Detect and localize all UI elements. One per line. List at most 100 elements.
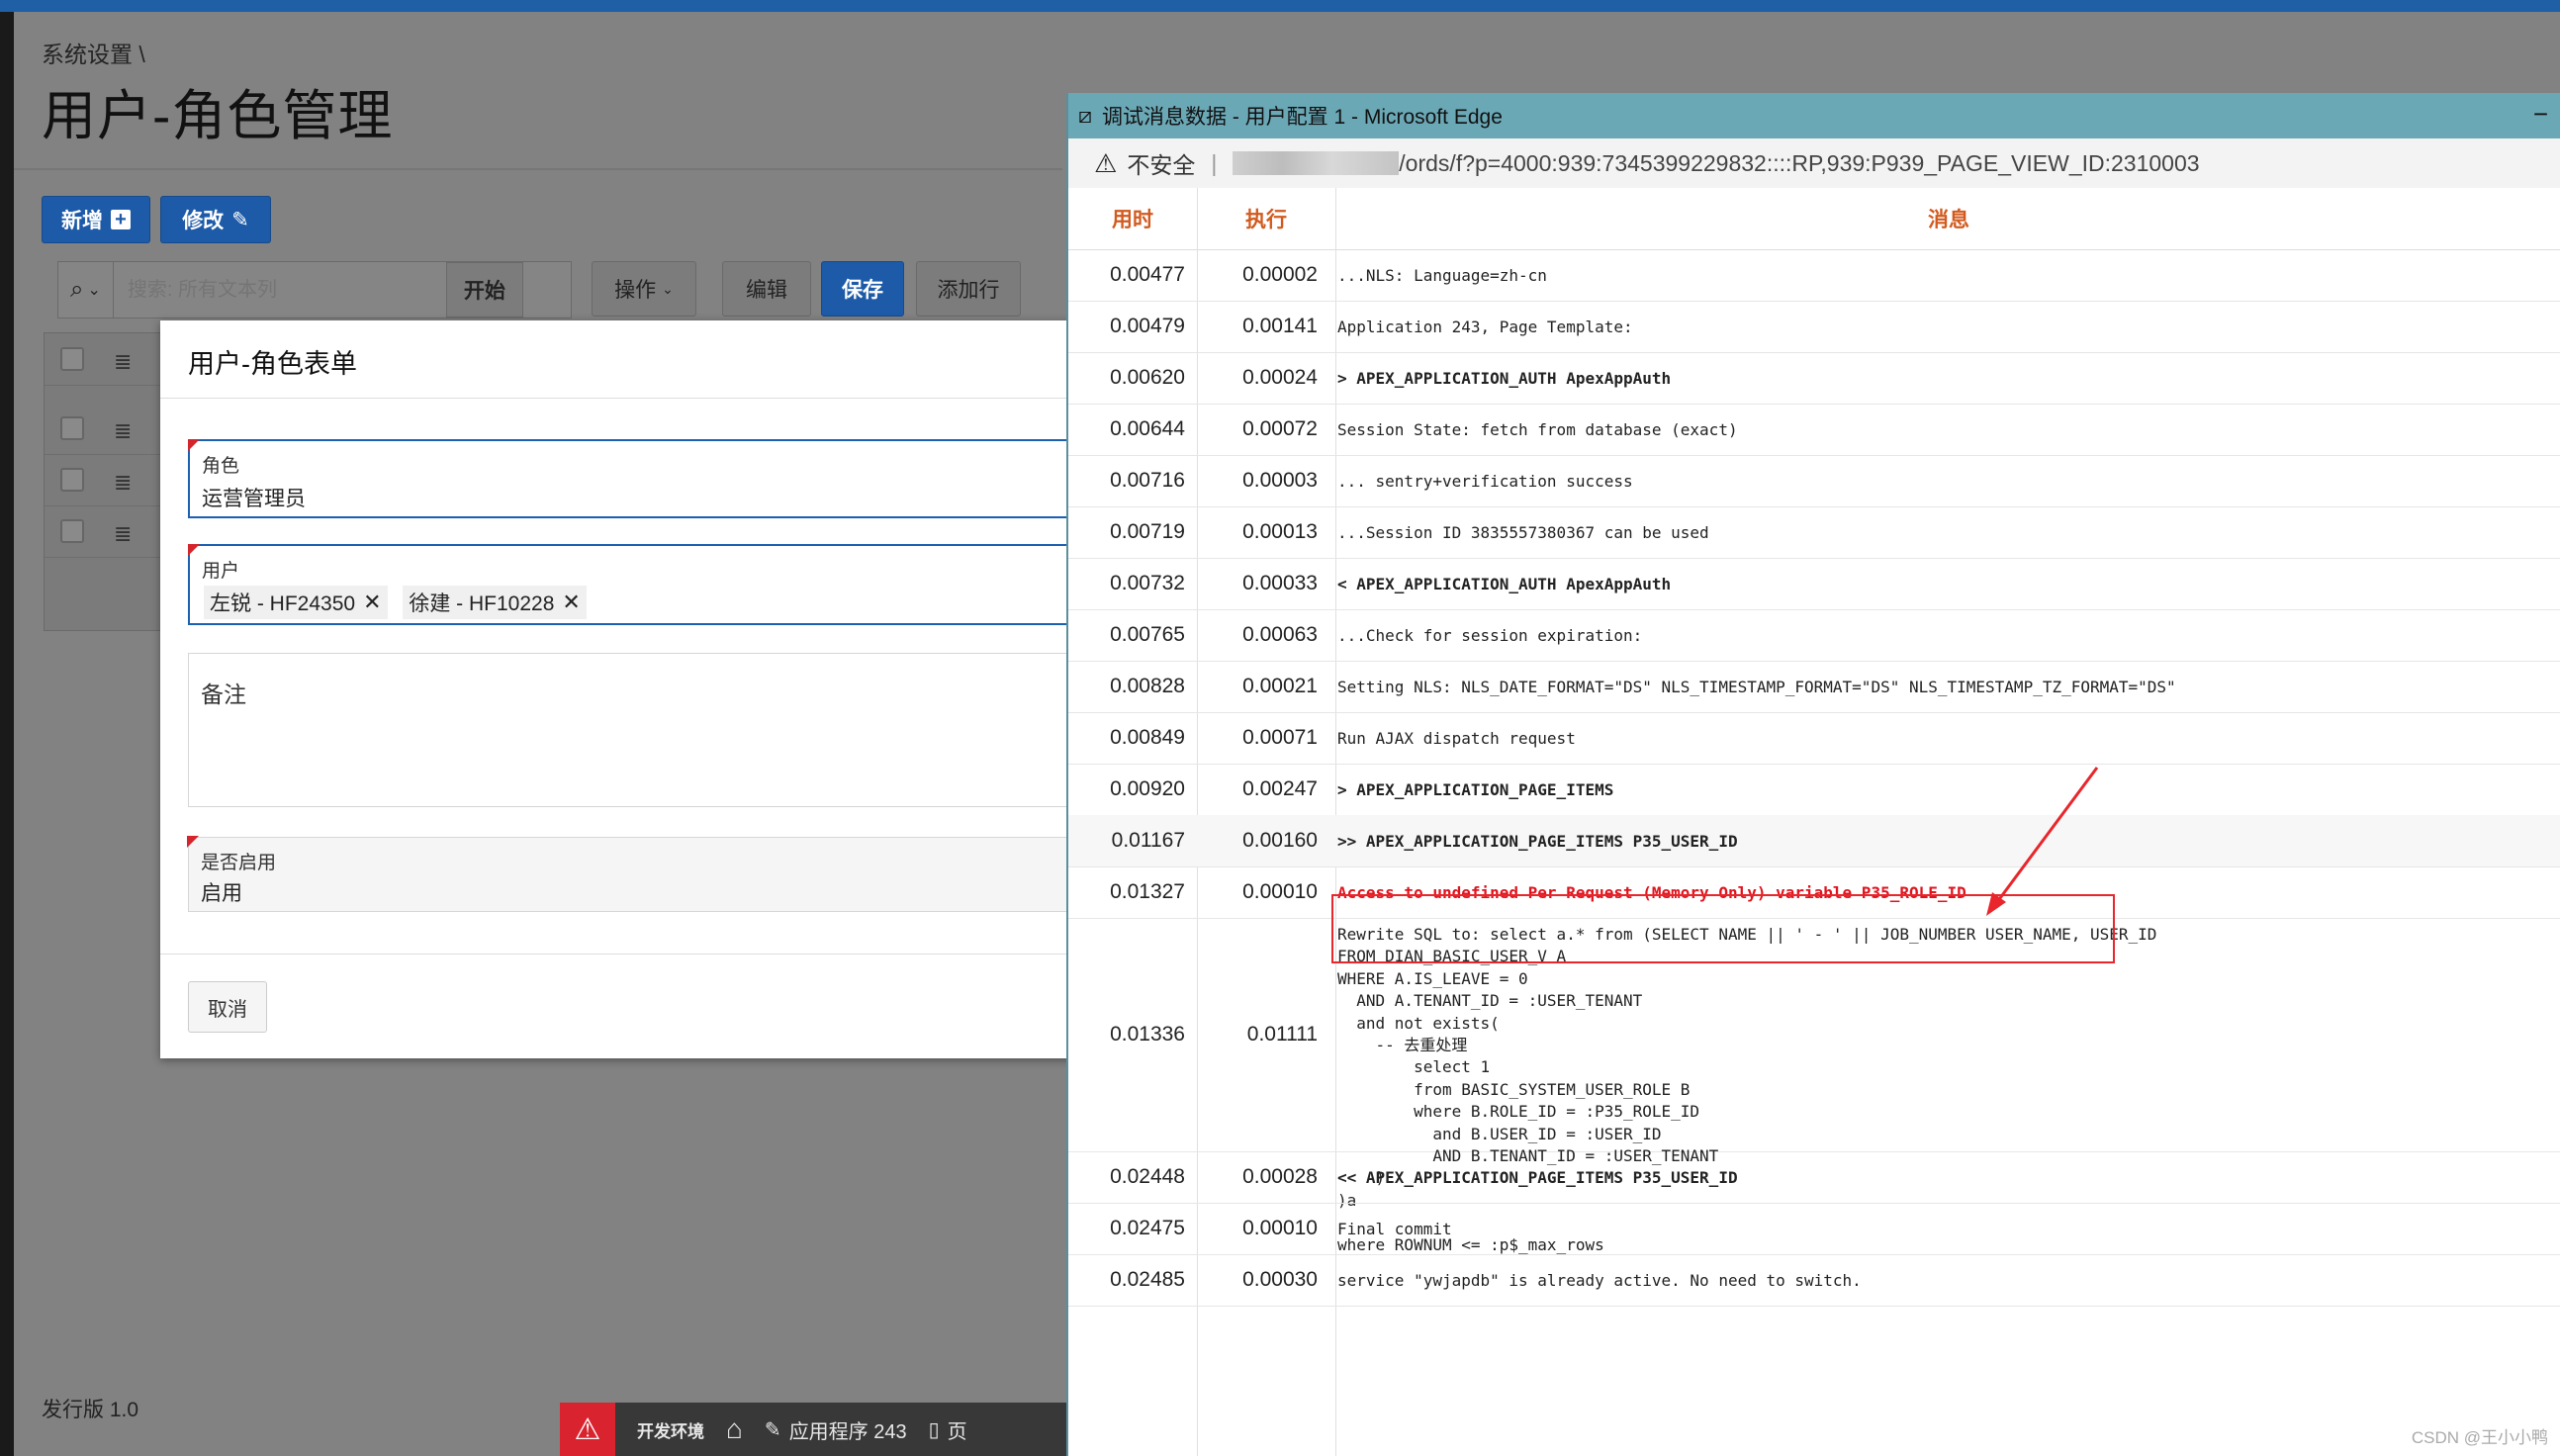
exec-cell: 0.00072 (1242, 417, 1318, 440)
new-button[interactable]: 新增 + (42, 196, 150, 243)
plus-icon: + (111, 210, 131, 229)
elapsed-cell: 0.01167 (1111, 829, 1185, 852)
application-link[interactable]: ✎ 应用程序 243 (765, 1415, 907, 1444)
warning-icon[interactable]: ⚠ (1094, 148, 1117, 179)
user-chip-label: 徐建 - HF10228 (409, 592, 555, 615)
user-chip[interactable]: 徐建 - HF10228 ✕ (403, 586, 587, 619)
message-cell: Final commit (1337, 1220, 1452, 1238)
enabled-value: 启用 (201, 882, 242, 905)
top-accent-bar (0, 0, 2560, 12)
col-time-header[interactable]: 用时 (1068, 188, 1197, 249)
chevron-down-icon[interactable]: ⌄ (87, 280, 100, 300)
debug-row: 0.02448 0.00028 << APEX_APPLICATION_PAGE_I… (1068, 1151, 2560, 1204)
address-bar[interactable]: ⚠ 不安全 | /ords/f?p=4000:939:7345399229832… (1068, 138, 2560, 189)
watermark: CSDN @王小小鸭 (2411, 1428, 2548, 1447)
exec-cell: 0.00010 (1242, 880, 1318, 903)
exec-cell: 0.00002 (1242, 263, 1318, 286)
required-marker (188, 544, 200, 556)
actions-menu-button[interactable]: 操作 ⌄ (592, 261, 696, 317)
page-label: 页 (947, 1420, 967, 1443)
col-message-header[interactable]: 消息 (1335, 188, 2560, 249)
select-all-checkbox[interactable] (60, 347, 84, 371)
debug-row: 0.00920 0.00247 > APEX_APPLICATION_PAGE_IT… (1068, 764, 2560, 816)
col-exec-header[interactable]: 执行 (1197, 188, 1335, 249)
message-cell: ... sentry+verification success (1337, 472, 1633, 491)
exec-cell: 0.00024 (1242, 366, 1318, 389)
cancel-button[interactable]: 取消 (188, 981, 267, 1033)
debug-row: 0.00719 0.00013 ...Session ID 383555738036… (1068, 506, 2560, 559)
home-icon[interactable]: ⌂ (726, 1413, 743, 1445)
go-button-label: 开始 (463, 280, 505, 303)
add-row-button[interactable]: 添加行 (916, 261, 1021, 317)
minimize-icon[interactable]: − (2533, 99, 2548, 130)
row-checkbox[interactable] (60, 416, 84, 440)
elapsed-cell: 0.00644 (1110, 417, 1185, 440)
elapsed-cell: 0.00620 (1110, 366, 1185, 389)
user-chip[interactable]: 左锐 - HF24350 ✕ (204, 586, 388, 619)
debug-row: 0.00732 0.00033 < APEX_APPLICATION_AUTH Ap… (1068, 558, 2560, 610)
menu-icon[interactable]: ≣ (114, 418, 132, 444)
exec-cell: 0.00247 (1242, 777, 1318, 800)
user-chip-label: 左锐 - HF24350 (210, 592, 356, 615)
remark-field[interactable]: 备注 (188, 653, 1080, 807)
dev-env-label: 开发环境 (637, 1421, 704, 1441)
exec-cell: 0.00013 (1242, 520, 1318, 543)
go-button[interactable]: 开始 (445, 262, 523, 318)
row-checkbox[interactable] (60, 468, 84, 492)
message-cell: Setting NLS: NLS_DATE_FORMAT="DS" NLS_TI… (1337, 678, 2176, 696)
url-text[interactable]: /ords/f?p=4000:939:7345399229832::::RP,9… (1399, 150, 2199, 177)
row-checkbox[interactable] (60, 519, 84, 543)
edit-button[interactable]: 修改 ✎ (160, 196, 271, 243)
exec-cell: 0.00030 (1242, 1268, 1318, 1291)
message-cell: service "ywjapdb" is already active. No … (1337, 1271, 1862, 1290)
window-titlebar[interactable]: ⧄ 调试消息数据 - 用户配置 1 - Microsoft Edge − (1068, 93, 2560, 138)
exec-cell: 0.01111 (1246, 1023, 1318, 1046)
menu-icon[interactable]: ≣ (114, 470, 132, 496)
page-link[interactable]: ▯ 页 (929, 1415, 967, 1444)
grid-edit-button[interactable]: 编辑 (722, 261, 811, 317)
release-version: 发行版 1.0 (42, 1399, 139, 1421)
exec-cell: 0.00033 (1242, 572, 1318, 594)
required-marker (188, 439, 200, 451)
user-field[interactable]: 用户 左锐 - HF24350 ✕ 徐建 - HF10228 ✕ (188, 544, 1080, 625)
dialog-footer-divider (160, 954, 1080, 955)
menu-icon[interactable]: ≣ (114, 349, 132, 375)
menu-icon[interactable]: ≣ (114, 521, 132, 547)
debug-row: 0.02475 0.00010 Final commit (1068, 1203, 2560, 1255)
save-button[interactable]: 保存 (821, 261, 904, 317)
debug-table-header: 用时 执行 消息 (1068, 188, 2560, 250)
message-cell: Session State: fetch from database (exac… (1337, 420, 1738, 439)
message-cell: << APEX_APPLICATION_PAGE_ITEMS P35_USER_… (1337, 1168, 1738, 1187)
page-title: 用户-角色管理 (42, 85, 394, 146)
close-icon[interactable]: ✕ (562, 590, 580, 615)
exec-cell: 0.00071 (1242, 726, 1318, 749)
url-separator: | (1211, 149, 1218, 176)
exec-cell: 0.00063 (1242, 623, 1318, 646)
debug-row: 0.00644 0.00072 Session State: fetch from … (1068, 404, 2560, 456)
chevron-down-icon: ⌄ (662, 280, 674, 297)
role-field[interactable]: 角色 运营管理员 (188, 439, 1080, 518)
grid-edit-label: 编辑 (746, 279, 787, 302)
role-value[interactable]: 运营管理员 (202, 483, 306, 512)
elapsed-cell: 0.00477 (1110, 263, 1185, 286)
elapsed-cell: 0.01336 (1110, 1023, 1185, 1046)
elapsed-cell: 0.00732 (1110, 572, 1185, 594)
exec-cell: 0.00021 (1242, 675, 1318, 697)
exec-cell: 0.00010 (1242, 1217, 1318, 1239)
elapsed-cell: 0.02485 (1110, 1268, 1185, 1291)
user-role-dialog: 用户-角色表单 角色 运营管理员 用户 左锐 - HF24350 ✕ 徐建 - H… (160, 320, 1080, 1058)
message-cell: Application 243, Page Template: (1337, 318, 1633, 336)
search-bar: ⌕ ⌄ 开始 (57, 261, 572, 318)
breadcrumb[interactable]: 系统设置 \ (42, 36, 145, 69)
enabled-label: 是否启用 (201, 853, 277, 873)
save-label: 保存 (842, 279, 883, 302)
search-input[interactable] (125, 269, 446, 311)
close-icon[interactable]: ✕ (363, 590, 381, 615)
application-label: 应用程序 243 (788, 1420, 907, 1443)
search-icon[interactable]: ⌕ (70, 276, 83, 304)
message-cell: >> APEX_APPLICATION_PAGE_ITEMS P35_USER_… (1337, 832, 1738, 851)
exec-cell: 0.00028 (1242, 1165, 1318, 1188)
message-cell: ...Check for session expiration: (1337, 626, 1643, 645)
window-title: 调试消息数据 - 用户配置 1 - Microsoft Edge (1102, 106, 1503, 129)
warning-icon[interactable]: ⚠ (560, 1403, 615, 1456)
